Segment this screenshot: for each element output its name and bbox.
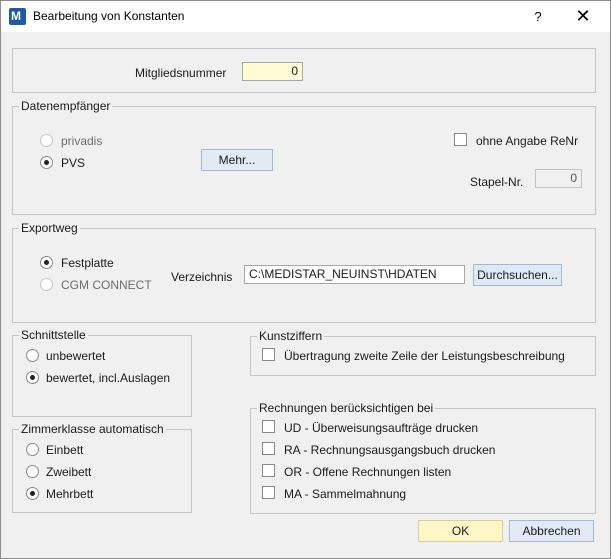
ok-button[interactable]: OK [418,520,503,542]
radio-unbewertet[interactable] [26,349,39,362]
ohne-renr-checkbox[interactable] [454,133,467,146]
radio-cgm-connect[interactable] [40,278,53,291]
checkbox-or[interactable] [262,464,275,477]
member-group [12,48,596,93]
radio-bewertet[interactable] [26,371,39,384]
help-button[interactable]: ? [516,1,560,32]
radio-einbett[interactable] [26,443,39,456]
radio-festplatte[interactable] [40,256,53,269]
radio-bewertet-dot [30,375,35,380]
label-festplatte: Festplatte [61,256,114,270]
radio-pvs[interactable] [40,156,53,169]
label-mehrbett: Mehrbett [46,487,94,501]
stapel-input[interactable]: 0 [535,169,582,188]
schnittstelle-legend: Schnittstelle [19,328,88,342]
title-bar: M Bearbeitung von Konstanten ? ✕ [1,1,610,32]
exportweg-legend: Exportweg [19,221,80,235]
label-privadis: privadis [61,134,103,148]
label-ra: RA - Rechnungsausgangsbuch drucken [284,443,496,457]
radio-mehrbett[interactable] [26,487,39,500]
abbrechen-button[interactable]: Abbrechen [509,520,594,542]
radio-mehrbett-dot [30,491,35,496]
radio-festplatte-dot [44,260,49,265]
ohne-renr-label: ohne Angabe ReNr [476,134,579,148]
label-pvs: PVS [61,156,86,170]
checkbox-ma[interactable] [262,486,275,499]
durchsuchen-button[interactable]: Durchsuchen... [473,264,562,286]
radio-privadis[interactable] [40,134,53,147]
checkbox-ud[interactable] [262,420,275,433]
datenempfaenger-group: Datenempfänger [12,99,596,215]
window-title: Bearbeitung von Konstanten [33,9,185,23]
label-ma: MA - Sammelmahnung [284,487,407,501]
label-unbewertet: unbewertet [46,349,106,363]
zimmerklasse-legend: Zimmerklasse automatisch [19,422,166,436]
verzeichnis-label: Verzeichnis [171,270,233,284]
mehr-button[interactable]: Mehr... [201,149,273,171]
label-einbett: Einbett [46,443,84,457]
kunstziffern-label: Übertragung zweite Zeile der Leistungsbe… [284,349,565,363]
label-bewertet: bewertet, incl.Auslagen [46,371,171,385]
rechnungen-legend: Rechnungen berücksichtigen bei [257,401,436,415]
app-icon-letter: M [11,9,21,23]
label-or: OR - Offene Rechnungen listen [284,465,452,479]
dialog-window: M Bearbeitung von Konstanten ? ✕ Mitglie… [0,0,611,559]
member-label: Mitgliedsnummer [135,66,227,80]
checkbox-ra[interactable] [262,442,275,455]
kunstziffern-checkbox[interactable] [262,348,275,361]
stapel-label: Stapel-Nr. [470,175,524,189]
app-icon: M [9,8,26,25]
zimmerklasse-group: Zimmerklasse automatisch [12,422,192,513]
member-number-input[interactable]: 0 [242,62,303,81]
label-zweibett: Zweibett [46,465,92,479]
close-button[interactable]: ✕ [561,1,605,32]
label-cgm-connect: CGM CONNECT [61,278,152,292]
radio-zweibett[interactable] [26,465,39,478]
radio-pvs-dot [44,160,49,165]
verzeichnis-input[interactable]: C:\MEDISTAR_NEUINST\HDATEN [244,265,465,284]
datenempfaenger-legend: Datenempfänger [19,99,113,113]
label-ud: UD - Überweisungsaufträge drucken [284,421,479,435]
kunstziffern-legend: Kunstziffern [257,329,325,343]
